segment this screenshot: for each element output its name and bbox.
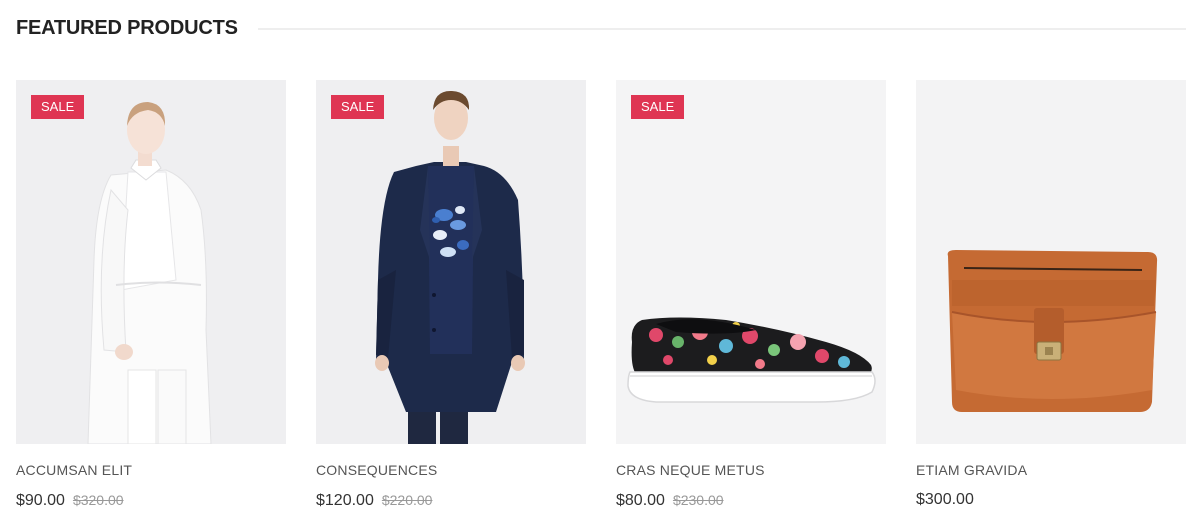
product-name-link[interactable]: ETIAM GRAVIDA [916,462,1186,479]
price-row: $300.00 [916,489,1186,511]
product-name-link[interactable]: CONSEQUENCES [316,462,586,479]
section-header: FEATURED PRODUCTS [16,14,1186,42]
section-divider [257,28,1186,30]
product-image-floral-sneaker[interactable]: SALE [616,80,886,444]
price-current: $90.00 [16,492,65,509]
man-in-navy-coat-illustration [316,80,586,444]
price-row: $90.00 $320.00 [16,489,286,511]
price-old: $220.00 [381,492,433,508]
product-card: ETIAM GRAVIDA $300.00 [916,80,1186,511]
product-image-leather-bag[interactable] [916,80,1186,444]
product-card: SALE ACCUMSAN ELIT $90.00 $320.00 [16,80,286,511]
sale-badge: SALE [331,95,385,119]
woman-in-white-illustration [16,80,286,444]
sale-badge: SALE [631,95,685,119]
product-name-link[interactable]: CRAS NEQUE METUS [616,462,886,479]
price-current: $80.00 [616,492,665,509]
product-image-woman-in-white[interactable]: SALE [16,80,286,444]
price-row: $80.00 $230.00 [616,489,886,511]
price-row: $120.00 $220.00 [316,489,586,511]
floral-sneaker-illustration [616,80,886,444]
sale-badge: SALE [31,95,85,119]
price-old: $230.00 [672,492,724,508]
product-card: SALE CRAS NEQUE METUS $80.00 $230.00 [616,80,886,511]
price-current: $300.00 [916,491,974,508]
product-image-man-in-navy-coat[interactable]: SALE [316,80,586,444]
product-card: SALE CONSEQUENCES $120.00 $220.00 [316,80,586,511]
product-grid: SALE ACCUMSAN ELIT $90.00 $320.00 SALE C… [16,80,1186,511]
price-old: $320.00 [72,492,124,508]
price-current: $120.00 [316,492,374,509]
section-title: FEATURED PRODUCTS [16,16,238,39]
product-name-link[interactable]: ACCUMSAN ELIT [16,462,286,479]
leather-bag-illustration [916,80,1186,444]
